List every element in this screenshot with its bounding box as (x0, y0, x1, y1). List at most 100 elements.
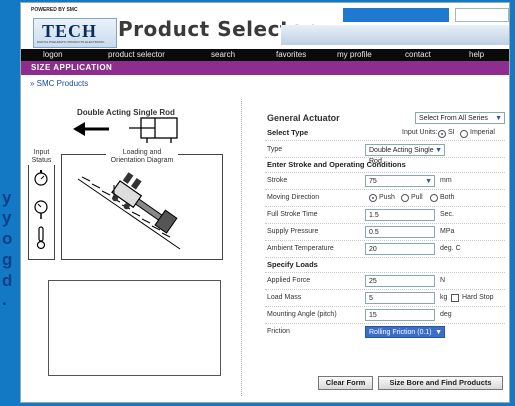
edge-letter: d (2, 271, 13, 290)
diagram-output-box (48, 280, 221, 376)
full-stroke-label: Full Stroke Time (267, 211, 318, 218)
friction-row: Friction Rolling Friction (0.1) ▼ (265, 324, 505, 340)
size-bore-button[interactable]: Size Bore and Find Products (378, 376, 503, 390)
series-select-value: Select From All Series (419, 115, 488, 122)
header-gradient-bar (281, 25, 509, 45)
cylinder-symbol-icon (129, 117, 178, 143)
type-select[interactable]: Double Acting Single Rod ▼ (365, 144, 445, 165)
load-mass-label: Load Mass (267, 294, 302, 301)
header-blue-block (343, 8, 449, 22)
loads-section-label: Specify Loads (267, 260, 318, 269)
input-status-label: Input Status (27, 149, 56, 165)
section-title: SIZE APPLICATION (21, 61, 509, 75)
browser-window: POWERED BY SMC TECH DIGITAL PNEUMATIC PR… (20, 2, 510, 403)
chevron-down-icon: ▼ (435, 329, 442, 336)
pressure-gauge-icon (34, 200, 48, 219)
thermometer-icon (36, 226, 46, 250)
nav-product-selector[interactable]: product selector (108, 49, 165, 61)
ambient-temp-unit: deg. C (440, 245, 461, 252)
supply-pressure-input[interactable]: 0.5 (365, 226, 435, 238)
mounting-angle-label: Mounting Angle (pitch) (267, 311, 337, 318)
load-mass-unit: kg (440, 294, 448, 301)
nav-my-profile[interactable]: my profile (337, 49, 372, 61)
moving-direction-row: Moving Direction Push Pull Both (265, 190, 505, 206)
load-mass-input[interactable]: 5 (365, 292, 435, 304)
nav-help[interactable]: help (469, 49, 484, 61)
imperial-label: Imperial (470, 129, 495, 136)
edge-letter: . (2, 290, 7, 309)
si-label: SI (448, 129, 455, 136)
ambient-temp-label: Ambient Temperature (267, 245, 334, 252)
ambient-temp-input[interactable]: 20 (365, 243, 435, 255)
breadcrumb[interactable]: » SMC Products (30, 79, 88, 88)
mounting-angle-row: Mounting Angle (pitch) 15 deg (265, 307, 505, 323)
general-actuator-label: General Actuator (267, 113, 340, 123)
stroke-select[interactable]: 75 ▼ (365, 175, 435, 187)
series-select[interactable]: Select From All Series ▼ (415, 112, 505, 124)
push-label: Push (379, 194, 395, 201)
full-stroke-row: Full Stroke Time 1.5 Sec. (265, 207, 505, 223)
orientation-diagram-icon (77, 172, 181, 250)
input-units-label: Input Units: (402, 129, 438, 136)
applied-force-input[interactable]: 25 (365, 275, 435, 287)
friction-select[interactable]: Rolling Friction (0.1) ▼ (365, 326, 445, 338)
chevron-down-icon: ▼ (435, 147, 442, 154)
nav-search[interactable]: search (211, 49, 235, 61)
hard-stop-checkbox[interactable] (451, 294, 459, 302)
both-label: Both (440, 194, 455, 201)
select-type-label: Select Type (267, 128, 309, 137)
mounting-angle-input[interactable]: 15 (365, 309, 435, 321)
input-status-panel: Input Status (27, 149, 56, 260)
nav-contact[interactable]: contact (405, 49, 431, 61)
edge-letter: y (2, 188, 12, 207)
load-mass-row: Load Mass 5 kg Hard Stop (265, 290, 505, 306)
edge-letter: g (2, 250, 13, 269)
stroke-label: Stroke (267, 177, 288, 184)
main-nav: logon product selector search favorites … (21, 49, 509, 61)
etech-logo[interactable]: TECH DIGITAL PNEUMATIC PRODUCTS ELECTRON… (33, 18, 117, 48)
loading-orientation-panel: Loading and Orientation Diagram (61, 149, 223, 260)
header-white-block (455, 8, 509, 22)
edge-letter: o (2, 229, 13, 248)
imperial-radio[interactable] (460, 130, 468, 138)
applied-force-row: Applied Force 25 N (265, 273, 505, 289)
logo-text: TECH (42, 21, 98, 41)
page-header: POWERED BY SMC TECH DIGITAL PNEUMATIC PR… (21, 3, 509, 49)
stroke-unit: mm (440, 177, 452, 184)
general-actuator-row: General Actuator Select From All Series … (265, 110, 505, 126)
status-icons (34, 170, 48, 250)
stroke-row: Stroke 75 ▼ mm (265, 173, 505, 189)
applied-force-unit: N (440, 277, 446, 284)
pull-label: Pull (411, 194, 423, 201)
edge-letter: y (2, 208, 12, 227)
applied-force-label: Applied Force (267, 277, 311, 284)
stroke-select-value: 75 (369, 178, 377, 185)
supply-pressure-label: Supply Pressure (267, 228, 319, 235)
si-radio[interactable] (438, 130, 446, 138)
full-stroke-input[interactable]: 1.5 (365, 209, 435, 221)
both-radio[interactable] (430, 194, 438, 202)
supply-pressure-unit: MPa (440, 228, 455, 235)
powered-by: POWERED BY SMC (31, 7, 78, 13)
pull-radio[interactable] (401, 194, 409, 202)
chevron-down-icon: ▼ (495, 115, 502, 122)
friction-select-value: Rolling Friction (0.1) (369, 329, 432, 336)
ambient-temp-row: Ambient Temperature 20 deg. C (265, 241, 505, 257)
type-label: Type (267, 146, 283, 153)
mounting-angle-unit: deg (440, 311, 452, 318)
nav-logon[interactable]: logon (43, 49, 63, 61)
push-radio[interactable] (369, 194, 377, 202)
full-stroke-unit: Sec. (440, 211, 455, 218)
moving-direction-label: Moving Direction (267, 194, 320, 201)
supply-pressure-row: Supply Pressure 0.5 MPa (265, 224, 505, 240)
nav-favorites[interactable]: favorites (276, 49, 306, 61)
panel-divider (241, 99, 242, 396)
stopwatch-icon (34, 170, 48, 186)
hard-stop-label: Hard Stop (462, 294, 494, 301)
stroke-section-label: Enter Stroke and Operating Conditions (267, 160, 406, 169)
type-row: Type Double Acting Single Rod ▼ (265, 142, 505, 165)
clear-form-button[interactable]: Clear Form (318, 376, 373, 390)
loading-orientation-label: Loading and Orientation Diagram (106, 149, 178, 165)
friction-label: Friction (267, 328, 290, 335)
logo-subtext: DIGITAL PNEUMATIC PRODUCTS ELECTRONIC (37, 40, 105, 44)
